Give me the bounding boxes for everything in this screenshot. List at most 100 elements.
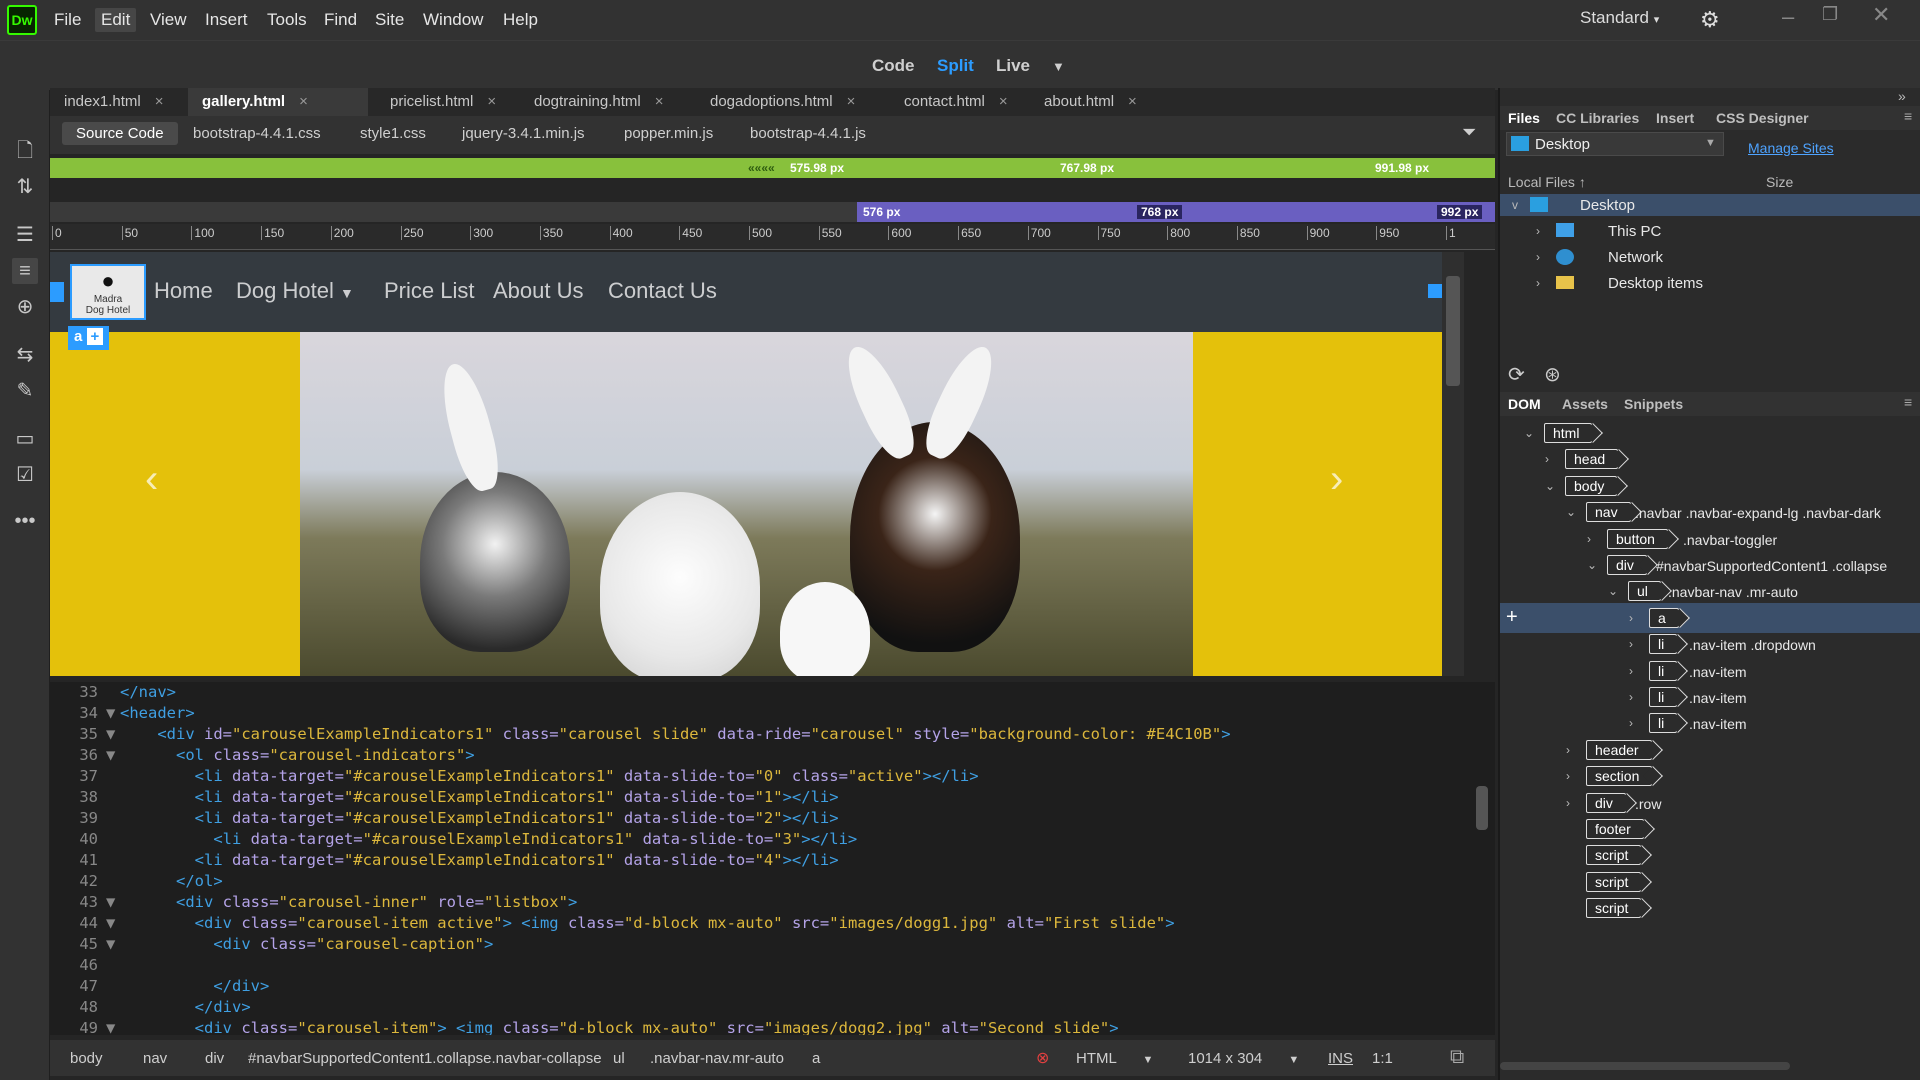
scrollbar-thumb[interactable] (1446, 276, 1460, 386)
dom-tag[interactable]: footer (1586, 819, 1644, 839)
chevron-right-icon[interactable]: › (1545, 452, 1549, 466)
code-line[interactable]: 45 ▼ <div class="carousel-caption"> (50, 934, 493, 955)
code-line[interactable]: 47 </div> (50, 976, 269, 997)
code-line[interactable]: 42 </ol> (50, 871, 222, 892)
related-file-popper[interactable]: popper.min.js (624, 125, 713, 142)
tab-pricelist[interactable]: pricelist.html × (376, 88, 516, 116)
live-view-button[interactable]: Live (996, 56, 1030, 76)
code-format-icon[interactable]: ☰ (12, 222, 38, 248)
menu-help[interactable]: Help (497, 8, 544, 32)
document-icon[interactable]: 🗋 (12, 138, 38, 164)
file-transfer-icon[interactable]: ⇅ (12, 174, 38, 200)
close-icon[interactable]: × (999, 93, 1008, 110)
menu-window[interactable]: Window (417, 8, 489, 32)
close-icon[interactable]: × (155, 93, 164, 110)
menu-site[interactable]: Site (369, 8, 410, 32)
dom-tag[interactable]: header (1586, 739, 1652, 760)
chevron-right-icon[interactable]: › (1629, 664, 1633, 678)
close-icon[interactable]: × (487, 93, 496, 110)
horizontal-scrollbar[interactable] (1500, 1062, 1790, 1070)
expand-icon[interactable]: ⇆ (12, 342, 38, 368)
related-file-jquery[interactable]: jquery-3.4.1.min.js (462, 125, 585, 142)
selection-handle[interactable] (1428, 284, 1442, 298)
tab-dogadoptions[interactable]: dogadoptions.html × (696, 88, 896, 116)
code-line[interactable]: 36 ▼ <ol class="carousel-indicators"> (50, 745, 474, 766)
selection-handle[interactable] (50, 282, 64, 302)
dom-tag[interactable]: li (1649, 713, 1678, 734)
fold-toggle-icon[interactable]: ▼ (106, 892, 120, 913)
code-line[interactable]: 35 ▼ <div id="carouselExampleIndicators1"… (50, 724, 1230, 745)
navbar-brand-logo[interactable]: ● Madra Dog Hotel (70, 264, 146, 320)
chevron-down-icon[interactable]: ⌄ (1566, 505, 1576, 519)
local-files-header[interactable]: Local Files ↑ (1508, 174, 1586, 190)
tree-row-desktop[interactable]: v Desktop (1500, 194, 1920, 216)
workspace-switcher[interactable]: Standard ▾ (1580, 8, 1659, 28)
manage-sites-link[interactable]: Manage Sites (1748, 140, 1834, 156)
dom-tag[interactable]: li (1649, 687, 1678, 707)
tab-files[interactable]: Files (1508, 110, 1540, 126)
tab-snippets[interactable]: Snippets (1624, 396, 1683, 412)
collapse-panel-icon[interactable]: » (1898, 88, 1906, 104)
connect-icon[interactable]: ⊛ (1544, 362, 1561, 387)
tab-about[interactable]: about.html × (1030, 88, 1160, 116)
nav-link-contact-us[interactable]: Contact Us (608, 278, 717, 304)
code-scrollbar-thumb[interactable] (1476, 786, 1488, 830)
related-file-bootstrap-css[interactable]: bootstrap-4.4.1.css (193, 125, 321, 142)
chevron-right-icon[interactable]: › (1536, 250, 1540, 264)
dom-tag[interactable]: li (1649, 660, 1678, 681)
preview-icon[interactable]: ⧉ (1450, 1046, 1464, 1069)
panel-menu-icon[interactable]: ≡ (1904, 394, 1912, 410)
chevron-down-icon[interactable]: ▼ (1052, 59, 1065, 74)
window-size-select[interactable]: 1014 x 304 ▼ (1188, 1050, 1299, 1067)
tab-cc-libraries[interactable]: CC Libraries (1556, 110, 1639, 126)
tab-gallery[interactable]: gallery.html × (188, 88, 368, 116)
tab-insert[interactable]: Insert (1656, 110, 1694, 126)
dom-tag[interactable]: html (1544, 423, 1593, 443)
chevron-down-icon[interactable]: ⌄ (1587, 558, 1597, 572)
crumb-a[interactable]: a (812, 1050, 820, 1067)
menu-insert[interactable]: Insert (199, 8, 254, 32)
site-select[interactable]: Desktop ▼ (1506, 132, 1724, 156)
fold-toggle-icon[interactable]: ▼ (106, 913, 120, 934)
filter-icon[interactable]: ⏷ (1462, 122, 1476, 143)
dom-tag[interactable]: div (1586, 792, 1626, 813)
fold-toggle-icon[interactable]: ▼ (106, 934, 120, 955)
crumb-ul[interactable]: ul (613, 1050, 625, 1067)
split-view-button[interactable]: Split (937, 56, 974, 76)
code-line[interactable]: 38 <li data-target="#carouselExampleIndi… (50, 787, 838, 808)
chevron-right-icon[interactable]: › (1566, 769, 1570, 783)
chevron-down-icon[interactable]: ⌄ (1545, 479, 1555, 493)
menu-edit[interactable]: Edit (95, 8, 137, 32)
error-icon[interactable]: ⊗ (1036, 1048, 1049, 1068)
chevron-right-icon[interactable]: › (1566, 796, 1570, 810)
chevron-right-icon[interactable]: › (1629, 637, 1633, 651)
sync-settings-icon[interactable]: ⚙ (1700, 7, 1720, 33)
add-icon[interactable]: + (86, 328, 104, 345)
dom-tag[interactable]: section (1586, 766, 1653, 787)
code-line[interactable]: 37 <li data-target="#carouselExampleIndi… (50, 766, 978, 787)
related-file-bootstrap-js[interactable]: bootstrap-4.4.1.js (750, 125, 866, 142)
code-line[interactable]: 49 ▼ <div class="carousel-item"> <img cla… (50, 1018, 1118, 1035)
outline-icon[interactable]: ≡ (12, 258, 38, 284)
code-line[interactable]: 34 ▼ <header> (50, 703, 194, 724)
menu-view[interactable]: View (144, 8, 193, 32)
code-line[interactable]: 46 (50, 955, 120, 976)
menu-tools[interactable]: Tools (261, 8, 313, 32)
code-line[interactable]: 41 <li data-target="#carouselExampleIndi… (50, 850, 838, 871)
chevron-right-icon[interactable]: › (1536, 276, 1540, 290)
crumb-div-id[interactable]: #navbarSupportedContent1.collapse.navbar… (248, 1050, 602, 1067)
dom-tag[interactable]: ul (1628, 581, 1661, 602)
minimize-icon[interactable]: – (1782, 4, 1794, 30)
tab-index1[interactable]: index1.html × (50, 88, 180, 116)
tab-css-designer[interactable]: CSS Designer (1716, 110, 1809, 126)
crumb-ul-class[interactable]: .navbar-nav.mr-auto (650, 1050, 784, 1067)
code-line[interactable]: 33 </nav> (50, 682, 176, 703)
dom-tag[interactable]: nav (1586, 502, 1631, 523)
nav-link-dog-hotel[interactable]: Dog Hotel ▼ (236, 278, 354, 304)
carousel-prev-icon[interactable]: ‹ (145, 457, 158, 502)
chevron-right-icon[interactable]: › (1629, 611, 1633, 625)
dom-tag[interactable]: div (1607, 555, 1647, 575)
tab-assets[interactable]: Assets (1562, 396, 1608, 412)
related-file-style-css[interactable]: style1.css (360, 125, 426, 142)
nav-link-home[interactable]: Home (154, 278, 213, 304)
